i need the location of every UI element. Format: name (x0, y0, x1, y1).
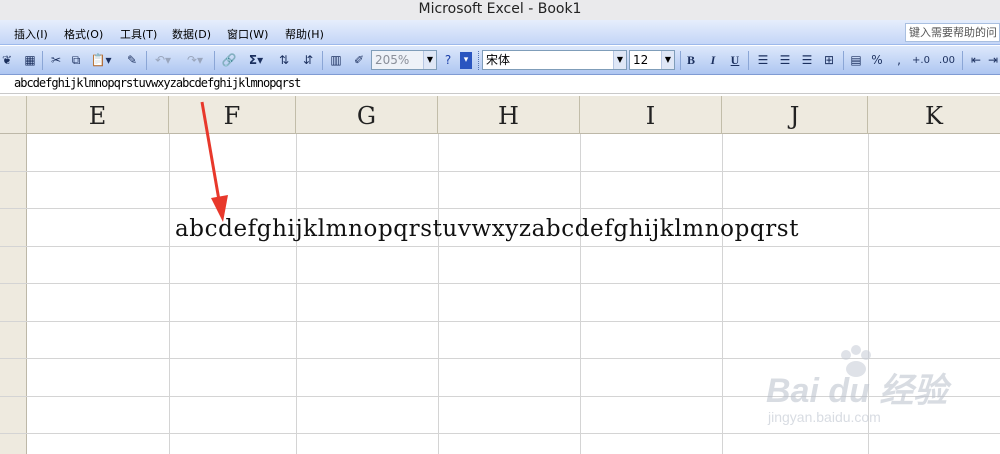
grid-line (0, 246, 1000, 247)
sort-ascending-icon[interactable]: ⇅ (275, 52, 293, 69)
copy-icon[interactable]: ⧉ (68, 52, 84, 69)
help-search-input[interactable]: 键入需要帮助的问 (905, 23, 1000, 42)
bold-button[interactable]: B (684, 52, 698, 69)
paste-icon[interactable]: 📋▾ (90, 52, 112, 69)
column-headers: E F G H I J K (0, 96, 1000, 134)
window-title: Microsoft Excel - Book1 (0, 0, 1000, 20)
increase-indent-icon[interactable]: ⇥ (986, 52, 1000, 69)
increase-decimal-icon[interactable]: +.0 (910, 52, 932, 69)
hyperlink-icon[interactable]: 🔗 (220, 52, 238, 69)
help-icon[interactable]: ? (440, 52, 456, 69)
sort-descending-icon[interactable]: ⇵ (299, 52, 317, 69)
menu-format[interactable]: 格式(O) (64, 26, 103, 42)
chevron-down-icon[interactable]: ▼ (613, 51, 626, 69)
redo-icon[interactable]: ↷▾ (184, 52, 206, 69)
watermark-url: jingyan.baidu.com (768, 409, 881, 425)
column-header-g[interactable]: G (296, 96, 438, 134)
row-header-corner (0, 96, 27, 134)
menu-window[interactable]: 窗口(W) (227, 26, 268, 42)
grid-line (0, 321, 1000, 322)
zoom-select[interactable]: 205% ▼ (371, 50, 437, 70)
grid-line (0, 208, 1000, 209)
decrease-indent-icon[interactable]: ⇤ (968, 52, 984, 69)
menu-tools[interactable]: 工具(T) (120, 26, 157, 42)
formula-input[interactable]: abcdefghijklmnopqrstuvwxyzabcdefghijklmn… (14, 76, 301, 90)
annotation-arrow (200, 101, 228, 222)
toolbar-separator (962, 51, 963, 70)
zoom-value: 205% (375, 53, 410, 67)
toolbar-separator (843, 51, 844, 70)
decrease-decimal-icon[interactable]: .00 (936, 52, 958, 69)
menu-insert[interactable]: 插入(I) (14, 26, 48, 42)
cut-icon[interactable]: ✂ (48, 52, 64, 69)
arrow-shaft (200, 101, 222, 207)
font-size-value: 12 (633, 53, 649, 67)
font-size-select[interactable]: 12 ▼ (629, 50, 675, 70)
permission-icon[interactable]: ▦ (22, 52, 38, 69)
toolbar-separator (680, 51, 681, 70)
menu-help[interactable]: 帮助(H) (285, 26, 324, 42)
merge-center-icon[interactable]: ⊞ (820, 52, 838, 69)
chevron-down-icon[interactable]: ▼ (661, 51, 674, 69)
grid-line (580, 134, 581, 454)
font-name-value: 宋体 (486, 53, 511, 67)
column-header-j[interactable]: J (722, 96, 868, 134)
watermark-brand: Bai du 经验 (766, 372, 948, 410)
toolbar-grip[interactable] (478, 51, 481, 70)
cell-value[interactable]: abcdefghijklmnopqrstuvwxyzabcdefghijklmn… (175, 216, 799, 242)
percent-button[interactable]: % (870, 52, 884, 69)
research-icon[interactable]: ❦ (0, 52, 14, 69)
grid-line (169, 134, 170, 454)
arrow-head (211, 195, 228, 222)
baidu-watermark: Bai du 经验 jingyan.baidu.com (738, 345, 988, 435)
drawing-icon[interactable]: ✐ (350, 52, 368, 69)
menu-data[interactable]: 数据(D) (172, 26, 211, 42)
formatting-toolbar: ❦ ▦ ✂ ⧉ 📋▾ ✎ ↶▾ ↷▾ 🔗 Σ▾ ⇅ ⇵ ▥ ✐ 205% ▼ ?… (0, 46, 1000, 75)
autosum-symbol: Σ (248, 53, 258, 67)
column-header-h[interactable]: H (438, 96, 580, 134)
column-header-k[interactable]: K (868, 96, 1000, 134)
row-headers[interactable] (0, 134, 27, 454)
font-name-select[interactable]: 宋体 ▼ (482, 50, 627, 70)
comma-button[interactable]: , (894, 52, 904, 69)
column-header-i[interactable]: I (580, 96, 722, 134)
align-left-icon[interactable]: ☰ (754, 52, 772, 69)
format-painter-icon[interactable]: ✎ (124, 52, 140, 69)
align-right-icon[interactable]: ☰ (798, 52, 816, 69)
column-header-e[interactable]: E (27, 96, 169, 134)
align-center-icon[interactable]: ☰ (776, 52, 794, 69)
currency-icon[interactable]: ▤ (847, 52, 865, 69)
grid-line (438, 134, 439, 454)
formula-bar[interactable]: abcdefghijklmnopqrstuvwxyzabcdefghijklmn… (0, 75, 1000, 94)
toolbar-separator (322, 51, 323, 70)
grid-line (0, 171, 1000, 172)
underline-button[interactable]: U (728, 52, 742, 69)
chevron-down-icon[interactable]: ▼ (423, 51, 436, 69)
toolbar-separator (748, 51, 749, 70)
toolbar-separator (146, 51, 147, 70)
toolbar-separator (214, 51, 215, 70)
grid-line (722, 134, 723, 454)
undo-icon[interactable]: ↶▾ (152, 52, 174, 69)
grid-line (296, 134, 297, 454)
toolbar-options-icon[interactable]: ▾ (460, 52, 472, 69)
grid-line (0, 283, 1000, 284)
chart-wizard-icon[interactable]: ▥ (327, 52, 345, 69)
autosum-icon[interactable]: Σ▾ (244, 52, 268, 69)
toolbar-separator (42, 51, 43, 70)
italic-button[interactable]: I (706, 52, 720, 69)
menu-bar: 插入(I) 格式(O) 工具(T) 数据(D) 窗口(W) 帮助(H) 键入需要… (0, 20, 1000, 45)
